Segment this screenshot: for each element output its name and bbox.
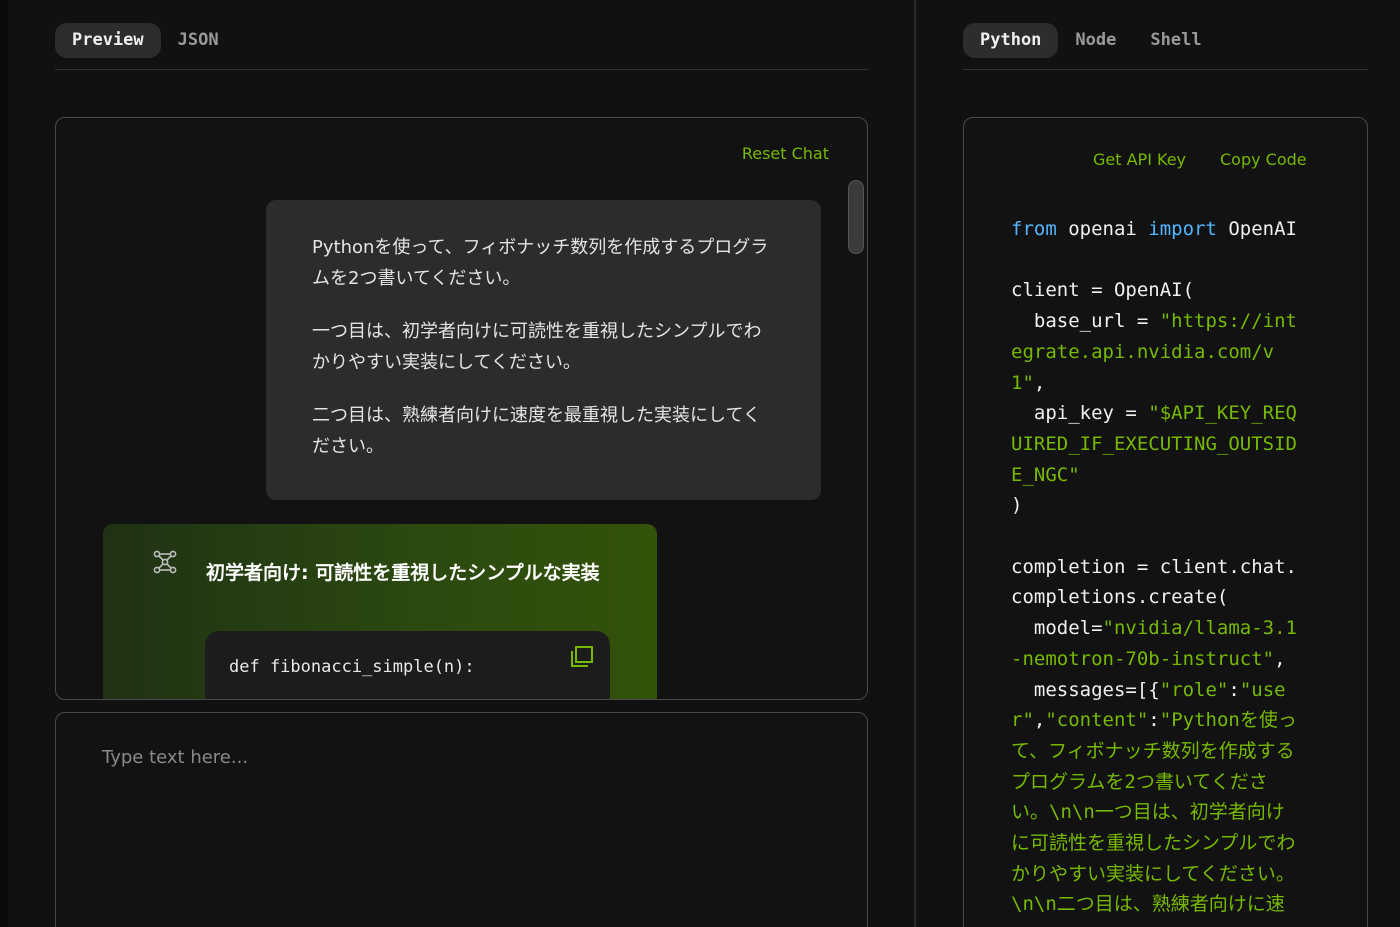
user-message-paragraph: 二つ目は、熟練者向けに速度を最重視した実装にしてください。 bbox=[312, 405, 761, 457]
code-token: "use bbox=[1239, 678, 1286, 701]
code-token: に可読性を重視したシンプルでわ bbox=[1011, 832, 1296, 855]
code-token: egrate.api.nvidia.com/v bbox=[1011, 340, 1275, 363]
code-token: "https://int bbox=[1159, 310, 1297, 333]
user-message-bubble: Pythonを使って、フィボナッチ数列を作成するプログラムを2つ書いてください。… bbox=[266, 200, 821, 500]
code-token: messages=[{ bbox=[1011, 678, 1160, 701]
code-token: UIRED_IF_EXECUTING_OUTSID bbox=[1011, 432, 1297, 455]
user-message-paragraph: 一つ目は、初学者向けに可読性を重視したシンプルでわかりやすい実装にしてください。 bbox=[312, 321, 762, 373]
tab-shell[interactable]: Shell bbox=[1133, 23, 1218, 58]
assistant-avatar-icon bbox=[151, 548, 179, 576]
chat-input-panel bbox=[55, 712, 868, 927]
code-token: base_url = bbox=[1011, 310, 1160, 333]
tab-python[interactable]: Python bbox=[963, 23, 1059, 58]
code-token: r" bbox=[1011, 709, 1034, 732]
code-token: "content" bbox=[1045, 709, 1149, 732]
code-block: def fibonacci_simple(n): bbox=[205, 631, 610, 699]
code-token: -nemotron-70b-instruct" bbox=[1011, 647, 1275, 670]
code-token: , bbox=[1033, 371, 1046, 394]
code-token: \n\n二つ目は、熟練者向けに速 bbox=[1011, 893, 1285, 916]
chat-panel: Reset Chat Pythonを使って、フィボナッチ数列を作成するプログラム… bbox=[55, 117, 868, 700]
code-token: completions.create( bbox=[1011, 586, 1229, 609]
code-token: : bbox=[1148, 709, 1160, 732]
code-token: て、フィボナッチ数列を作成する bbox=[1011, 739, 1295, 762]
code-token: from bbox=[1011, 218, 1057, 240]
code-token: E_NGC" bbox=[1011, 463, 1080, 486]
code-token: ) bbox=[1011, 494, 1023, 517]
left-edge-strip bbox=[0, 0, 8, 927]
code-block-line: def fibonacci_simple(n): bbox=[229, 657, 475, 677]
preview-tabs: Preview JSON bbox=[55, 23, 236, 58]
assistant-message-bubble: 初学者向け: 可読性を重視したシンプルな実装 def fibonacci_sim… bbox=[103, 524, 657, 699]
code-token: い。\n\n一つ目は、初学者向け bbox=[1011, 801, 1285, 824]
tab-preview[interactable]: Preview bbox=[55, 23, 161, 58]
code-token: openai bbox=[1056, 218, 1149, 240]
tab-json[interactable]: JSON bbox=[161, 23, 236, 58]
copy-code-block-icon[interactable] bbox=[570, 645, 594, 669]
copy-code-button[interactable]: Copy Code bbox=[1220, 150, 1307, 169]
code-token: import bbox=[1148, 218, 1217, 240]
code-tabs-rule bbox=[963, 69, 1368, 70]
code-token: プログラムを2つ書いてくださ bbox=[1011, 770, 1268, 793]
code-token: OpenAI bbox=[1216, 218, 1297, 240]
code-token: "role" bbox=[1159, 678, 1229, 701]
code-token: "$API_KEY_REQ bbox=[1148, 402, 1297, 425]
chat-text-input[interactable] bbox=[102, 737, 802, 777]
tab-node[interactable]: Node bbox=[1058, 23, 1133, 58]
code-snippet: from openai import OpenAI client = OpenA… bbox=[1011, 214, 1331, 920]
code-token: : bbox=[1228, 678, 1240, 701]
code-token: かりやすい実装にしてください。 bbox=[1011, 862, 1295, 885]
code-token: model= bbox=[1011, 617, 1103, 640]
code-token: "nvidia/llama-3.1 bbox=[1102, 617, 1297, 640]
code-tabs: Python Node Shell bbox=[963, 23, 1219, 58]
get-api-key-link[interactable]: Get API Key bbox=[1093, 150, 1186, 169]
reset-chat-button[interactable]: Reset Chat bbox=[742, 144, 829, 163]
pane-divider[interactable] bbox=[914, 0, 916, 927]
code-panel: Get API Key Copy Code from openai import… bbox=[963, 117, 1368, 927]
code-token: client = OpenAI( bbox=[1011, 279, 1195, 302]
code-token: "Pythonを使っ bbox=[1159, 709, 1297, 732]
code-token: api_key = bbox=[1011, 402, 1149, 425]
code-token: completion = client.chat. bbox=[1011, 555, 1297, 578]
code-token: , bbox=[1274, 647, 1286, 670]
assistant-response-heading: 初学者向け: 可読性を重視したシンプルな実装 bbox=[206, 562, 600, 584]
preview-tabs-rule bbox=[55, 69, 868, 70]
user-message-paragraph: Pythonを使って、フィボナッチ数列を作成するプログラムを2つ書いてください。 bbox=[312, 237, 769, 289]
chat-scrollbar-thumb[interactable] bbox=[848, 180, 864, 254]
code-token: , bbox=[1033, 709, 1046, 732]
code-token: 1" bbox=[1011, 371, 1034, 394]
